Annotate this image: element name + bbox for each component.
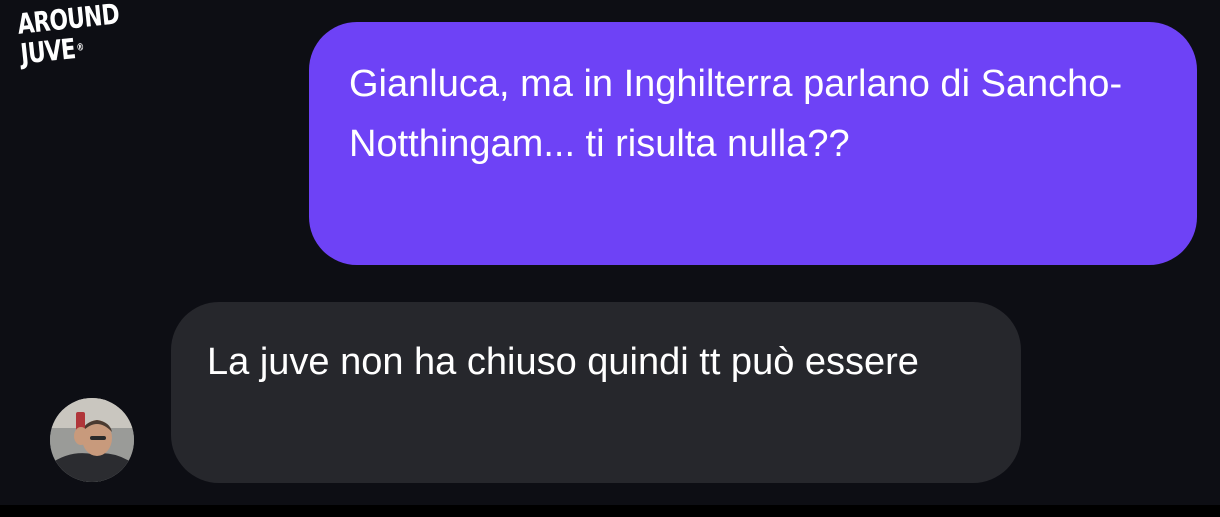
- logo-line-2: JUVE: [18, 32, 77, 71]
- around-juve-logo: AROUND JUVE®: [16, 0, 145, 100]
- sent-message-text: Gianluca, ma in Inghilterra parlano di S…: [349, 63, 1123, 165]
- sender-avatar[interactable]: [50, 398, 134, 482]
- sent-message-bubble[interactable]: Gianluca, ma in Inghilterra parlano di S…: [309, 22, 1197, 265]
- logo-registered-mark: ®: [75, 42, 85, 54]
- person-photo-avatar-icon: [50, 398, 134, 482]
- received-message-text: La juve non ha chiuso quindi tt può esse…: [207, 341, 919, 383]
- bottom-edge: [0, 505, 1220, 517]
- received-message-bubble[interactable]: La juve non ha chiuso quindi tt può esse…: [171, 302, 1021, 483]
